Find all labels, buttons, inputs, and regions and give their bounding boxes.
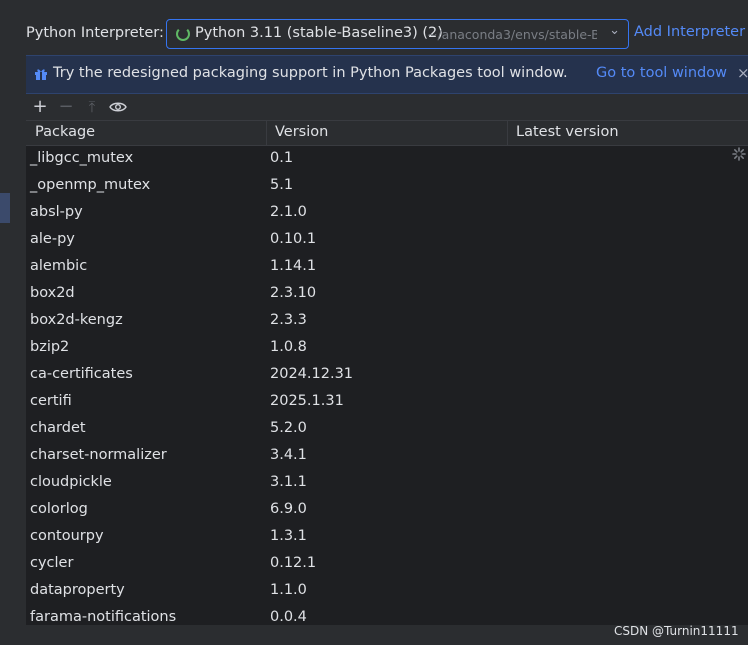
- interpreter-row: Python Interpreter: Python 3.11 (stable-…: [26, 19, 748, 49]
- packages-toolbar: + − ⤒: [26, 95, 748, 119]
- package-version-cell: 2025.1.31: [270, 393, 344, 409]
- packages-table: Package Version Latest version _libgcc_m…: [26, 120, 748, 626]
- chevron-down-icon: ⌄: [609, 23, 620, 38]
- interpreter-name: Python 3.11 (stable-Baseline3) (2): [195, 25, 443, 41]
- column-divider[interactable]: [266, 121, 267, 145]
- interpreter-path: ~/anaconda3/envs/stable-Ba: [427, 27, 597, 42]
- package-name-cell: cycler: [30, 555, 74, 571]
- package-name-cell: farama-notifications: [30, 609, 177, 625]
- package-version-cell: 1.14.1: [270, 258, 317, 274]
- package-name-cell: colorlog: [30, 501, 88, 517]
- table-row[interactable]: absl-py 2.1.0: [26, 200, 748, 227]
- package-name-cell: charset-normalizer: [30, 447, 167, 463]
- package-version-cell: 1.3.1: [270, 528, 307, 544]
- notification-banner: Try the redesigned packaging support in …: [26, 55, 748, 94]
- table-row[interactable]: box2d-kengz 2.3.3: [26, 308, 748, 335]
- gift-icon: [35, 69, 47, 80]
- banner-message: Try the redesigned packaging support in …: [53, 65, 568, 81]
- column-divider[interactable]: [507, 121, 508, 145]
- package-version-cell: 0.12.1: [270, 555, 317, 571]
- package-name-cell: chardet: [30, 420, 86, 436]
- add-interpreter-link[interactable]: Add Interpreter: [634, 24, 745, 40]
- table-row[interactable]: dataproperty 1.1.0: [26, 578, 748, 605]
- package-name-cell: _libgcc_mutex: [30, 150, 134, 166]
- loading-spinner-icon: [176, 27, 190, 41]
- table-row[interactable]: ca-certificates 2024.12.31: [26, 362, 748, 389]
- table-row[interactable]: chardet 5.2.0: [26, 416, 748, 443]
- package-name-cell: certifi: [30, 393, 72, 409]
- package-name-cell: ale-py: [30, 231, 75, 247]
- package-version-cell: 3.4.1: [270, 447, 307, 463]
- table-row[interactable]: colorlog 6.9.0: [26, 497, 748, 524]
- table-row[interactable]: cycler 0.12.1: [26, 551, 748, 578]
- table-row[interactable]: contourpy 1.3.1: [26, 524, 748, 551]
- table-row[interactable]: _libgcc_mutex 0.1: [26, 146, 748, 173]
- left-panel-selection: [0, 193, 10, 223]
- close-icon[interactable]: ×: [737, 64, 748, 82]
- interpreter-dropdown[interactable]: Python 3.11 (stable-Baseline3) (2) ~/ana…: [166, 19, 629, 49]
- watermark: CSDN @Turnin11111: [614, 624, 739, 638]
- table-row[interactable]: bzip2 1.0.8: [26, 335, 748, 362]
- package-name-cell: contourpy: [30, 528, 104, 544]
- package-version-cell: 0.1: [270, 150, 294, 166]
- interpreter-label: Python Interpreter:: [26, 25, 164, 41]
- package-version-cell: 0.0.4: [270, 609, 307, 625]
- column-header-version[interactable]: Version: [275, 124, 328, 140]
- package-version-cell: 0.10.1: [270, 231, 317, 247]
- table-row[interactable]: charset-normalizer 3.4.1: [26, 443, 748, 470]
- table-row[interactable]: ale-py 0.10.1: [26, 227, 748, 254]
- package-version-cell: 2.3.10: [270, 285, 317, 301]
- table-body: _libgcc_mutex 0.1 _openmp_mutex 5.1 absl-py 2…: [26, 146, 748, 626]
- package-name-cell: alembic: [30, 258, 88, 274]
- table-row[interactable]: farama-notifications 0.0.4: [26, 605, 748, 626]
- package-name-cell: box2d-kengz: [30, 312, 123, 328]
- package-name-cell: cloudpickle: [30, 474, 112, 490]
- go-to-tool-window-link[interactable]: Go to tool window: [596, 65, 727, 81]
- package-version-cell: 3.1.1: [270, 474, 307, 490]
- table-header: Package Version Latest version: [26, 121, 748, 146]
- add-package-icon[interactable]: +: [29, 96, 51, 118]
- package-version-cell: 2.1.0: [270, 204, 307, 220]
- left-panel-strip: [0, 0, 10, 645]
- column-header-latest-version[interactable]: Latest version: [516, 124, 619, 140]
- package-version-cell: 5.2.0: [270, 420, 307, 436]
- remove-package-icon[interactable]: −: [55, 96, 77, 118]
- table-row[interactable]: certifi 2025.1.31: [26, 389, 748, 416]
- column-header-package[interactable]: Package: [35, 124, 95, 140]
- package-name-cell: bzip2: [30, 339, 70, 355]
- package-version-cell: 6.9.0: [270, 501, 307, 517]
- table-row[interactable]: cloudpickle 3.1.1: [26, 470, 748, 497]
- package-version-cell: 1.0.8: [270, 339, 307, 355]
- package-name-cell: dataproperty: [30, 582, 125, 598]
- package-name-cell: box2d: [30, 285, 75, 301]
- table-row[interactable]: alembic 1.14.1: [26, 254, 748, 281]
- package-version-cell: 2024.12.31: [270, 366, 354, 382]
- table-row[interactable]: _openmp_mutex 5.1: [26, 173, 748, 200]
- upgrade-package-icon[interactable]: ⤒: [81, 96, 103, 118]
- package-version-cell: 1.1.0: [270, 582, 307, 598]
- package-version-cell: 5.1: [270, 177, 294, 193]
- package-name-cell: ca-certificates: [30, 366, 133, 382]
- package-version-cell: 2.3.3: [270, 312, 307, 328]
- show-early-releases-eye-icon[interactable]: [107, 96, 129, 118]
- package-name-cell: _openmp_mutex: [30, 177, 151, 193]
- package-name-cell: absl-py: [30, 204, 83, 220]
- table-row[interactable]: box2d 2.3.10: [26, 281, 748, 308]
